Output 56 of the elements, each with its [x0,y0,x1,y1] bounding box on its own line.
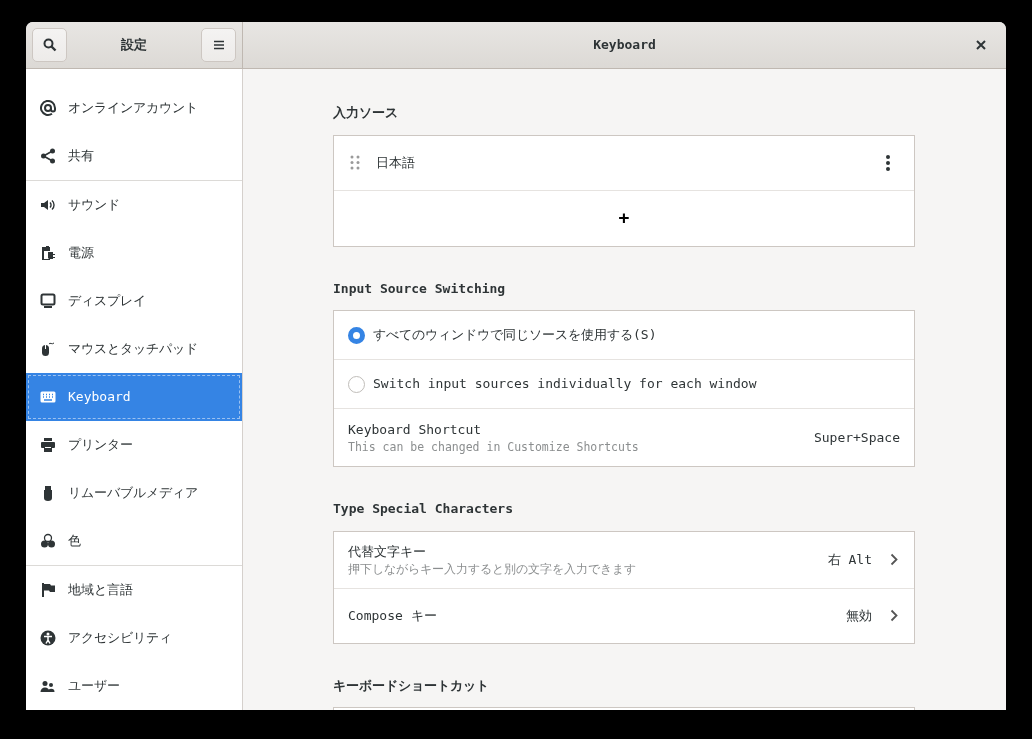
sidebar-item[interactable]: マウスとタッチパッド [26,325,242,373]
sidebar-item[interactable]: 色 [26,517,242,565]
row-description: 押下しながらキー入力すると別の文字を入力できます [348,561,637,577]
sidebar-item[interactable]: 共有 [26,132,242,180]
chevron-right-icon [890,609,898,622]
sidebar-item[interactable]: アクセシビリティ [26,614,242,662]
drag-handle-icon[interactable] [350,155,360,170]
row-label: 代替文字キー [348,543,427,562]
sidebar-item[interactable]: Keyboard [26,373,242,421]
section-heading: Input Source Switching [333,279,507,298]
menu-icon [212,39,225,51]
speaker-icon [40,197,56,213]
menu-button[interactable] [201,28,236,62]
radio-button[interactable] [348,326,365,344]
search-icon [42,38,57,52]
chevron-right-icon [890,553,898,566]
option-label: すべてのウィンドウで同じソースを使用する(S) [373,326,657,345]
accessibility-icon [40,630,56,646]
sidebar-item[interactable]: サウンド [26,181,242,229]
sidebar-item[interactable]: 地域と言語 [26,566,242,614]
row-label: Compose キー [348,606,438,625]
settings-row[interactable]: Compose キー 無効 [334,588,914,643]
sidebar-item[interactable]: オンラインアカウント [26,84,242,132]
at-icon [40,100,56,116]
users-icon [40,678,56,694]
option-label: Switch input sources individually for each window [373,375,757,394]
sidebar-item[interactable]: プリンター [26,421,242,469]
sidebar-title: 設定 [121,36,147,55]
flag-icon [40,582,56,598]
keyboard-icon [40,389,56,405]
section-heading: 入力ソース [333,104,399,122]
mouse-icon [40,341,56,357]
battery-plug-icon [40,245,56,261]
more-options-icon[interactable] [886,154,890,171]
sidebar-item[interactable]: リムーバブルメディア [26,469,242,517]
input-source-label: 日本語 [376,153,416,172]
sidebar-item[interactable]: ディスプレイ [26,277,242,325]
search-button[interactable] [32,28,67,62]
share-icon [40,148,56,164]
shortcut-description: This can be changed in Customize Shortcuts [348,439,640,455]
row-value: 右 Alt [827,550,872,569]
printer-icon [40,437,56,453]
add-button[interactable]: + [612,209,636,227]
sidebar-item[interactable]: 電源 [26,229,242,277]
row-value: 無効 [846,606,872,625]
window-title: Keyboard [593,36,656,55]
shortcut-value: Super+Space [813,428,900,447]
color-circles-icon [40,533,56,549]
shortcut-label: Keyboard Shortcut [348,421,483,440]
radio-button[interactable] [348,375,365,393]
settings-row[interactable]: 代替文字キー 押下しながらキー入力すると別の文字を入力できます 右 Alt [334,531,914,589]
close-icon [976,40,986,50]
section-heading: Type Special Characters [333,500,514,518]
sidebar-item[interactable]: ユーザー [26,662,242,710]
section-heading: キーボードショートカット [333,676,490,695]
monitor-icon [40,293,56,309]
